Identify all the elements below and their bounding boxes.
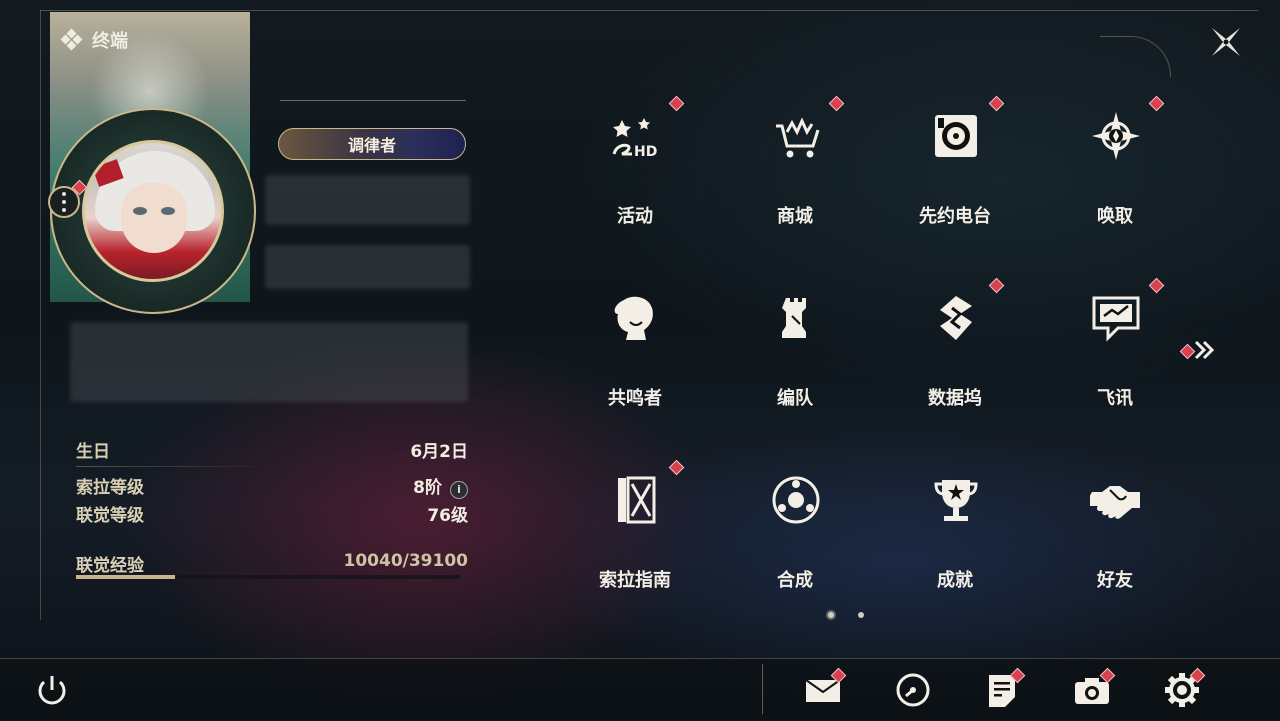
event-2hd-icon: HD (612, 118, 657, 160)
menu-item-label: 飞讯 (1097, 388, 1133, 409)
data-bank-icon (940, 296, 972, 340)
frame-top-line (40, 10, 1258, 11)
player-signature-blurred[interactable] (70, 322, 468, 402)
exp-progress-fill (76, 575, 175, 579)
power-button[interactable] (32, 670, 72, 710)
menu-item-label: 编队 (777, 388, 813, 409)
menu-item-label: 唤取 (1097, 206, 1133, 227)
trophy-icon (934, 480, 978, 521)
menu-item-databank[interactable]: 数据坞 (875, 264, 1035, 446)
shop-cart-icon (776, 117, 820, 158)
menu-badge (668, 459, 685, 476)
menu-badge (828, 95, 845, 112)
exp-progress-bar (76, 575, 460, 579)
close-button[interactable] (1208, 24, 1244, 60)
player-id-blurred (265, 245, 470, 289)
svg-text:HD: HD (634, 144, 657, 160)
page-indicator (828, 612, 864, 618)
next-page-button[interactable] (1179, 338, 1224, 362)
avatar[interactable] (82, 140, 224, 282)
settings-button[interactable] (1162, 667, 1206, 710)
stat-value-wrap: 8阶 i (413, 473, 468, 499)
menu-item-friends[interactable]: 好友 (1035, 446, 1195, 628)
profile-more-button[interactable] (48, 186, 80, 218)
menu-item-label: 索拉指南 (599, 570, 671, 591)
handshake-icon (1090, 486, 1140, 519)
summon-compass-icon (1092, 112, 1140, 160)
notes-button[interactable] (982, 667, 1026, 710)
camera-button[interactable] (1072, 667, 1116, 710)
stat-union-exp: 联觉经验 10040/39100 (76, 551, 468, 576)
menu-grid: HD 活动 商城 先约电台 唤取 共鸣者 编队 数据坞 飞讯 索拉指南 合成 成… (555, 82, 1195, 622)
menu-item-label: 共鸣者 (608, 388, 662, 409)
menu-badge (668, 95, 685, 112)
window-title-text: 终端 (92, 31, 128, 52)
exp-value: 10040/39100 (343, 551, 469, 571)
menu-item-label: 商城 (777, 206, 813, 227)
info-icon[interactable]: i (450, 481, 468, 499)
stat-union-level: 联觉等级 76级 (76, 501, 468, 526)
stat-value: 76级 (427, 506, 468, 526)
menu-item-label: 先约电台 (919, 206, 991, 227)
page-dot-1[interactable] (828, 612, 834, 618)
frame-left-line (40, 10, 41, 620)
chess-team-icon (782, 298, 806, 338)
close-icon (1212, 28, 1240, 56)
player-title-text: 调律者 (347, 136, 396, 155)
timer-button[interactable] (893, 670, 933, 710)
menu-item-sol-guide[interactable]: 索拉指南 (555, 446, 715, 628)
menu-item-label: 数据坞 (928, 388, 982, 409)
mail-button[interactable] (803, 667, 847, 710)
menu-item-achievements[interactable]: 成就 (875, 446, 1035, 628)
stat-value: 8阶 (413, 478, 442, 498)
radio-icon (935, 115, 977, 157)
resonator-head-icon (614, 296, 653, 340)
stat-value: 6月2日 (410, 442, 468, 462)
synthesis-icon (772, 476, 820, 524)
menu-badge (988, 277, 1005, 294)
menu-item-messages[interactable]: 飞讯 (1035, 264, 1195, 446)
menu-item-event[interactable]: HD 活动 (555, 82, 715, 264)
menu-item-team[interactable]: 编队 (715, 264, 875, 446)
menu-item-label: 好友 (1097, 570, 1133, 591)
menu-item-shop[interactable]: 商城 (715, 82, 875, 264)
window-title: 终端 (60, 27, 128, 53)
frame-corner-arc (1100, 36, 1171, 77)
stat-birthday: 生日 6月2日 (76, 437, 468, 462)
title-divider (280, 100, 466, 101)
exp-label: 联觉经验 (76, 556, 144, 576)
menu-item-label: 合成 (777, 570, 813, 591)
menu-item-label: 成就 (937, 570, 973, 591)
player-name-blurred (265, 175, 470, 225)
menu-item-summon[interactable]: 唤取 (1035, 82, 1195, 264)
stat-sol-rank: 索拉等级 8阶 i (76, 473, 468, 499)
bottom-separator (762, 664, 763, 714)
more-dots-icon (62, 190, 66, 214)
stat-label: 索拉等级 (76, 478, 144, 498)
menu-item-resonators[interactable]: 共鸣者 (555, 264, 715, 446)
player-title-badge[interactable]: 调律者 (278, 128, 466, 160)
guide-book-icon (618, 476, 656, 524)
chat-message-icon (1092, 296, 1140, 342)
stat-label: 生日 (76, 442, 110, 462)
menu-item-radio[interactable]: 先约电台 (875, 82, 1035, 264)
diamond-cluster-icon (60, 28, 83, 51)
stat-divider (76, 466, 276, 467)
menu-badge (1148, 95, 1165, 112)
power-icon (38, 676, 66, 705)
clock-icon (896, 673, 930, 707)
menu-badge (1148, 277, 1165, 294)
menu-badge (988, 95, 1005, 112)
stat-label: 联觉等级 (76, 506, 144, 526)
menu-item-label: 活动 (617, 206, 653, 227)
menu-item-synthesis[interactable]: 合成 (715, 446, 875, 628)
page-dot-2[interactable] (858, 612, 864, 618)
